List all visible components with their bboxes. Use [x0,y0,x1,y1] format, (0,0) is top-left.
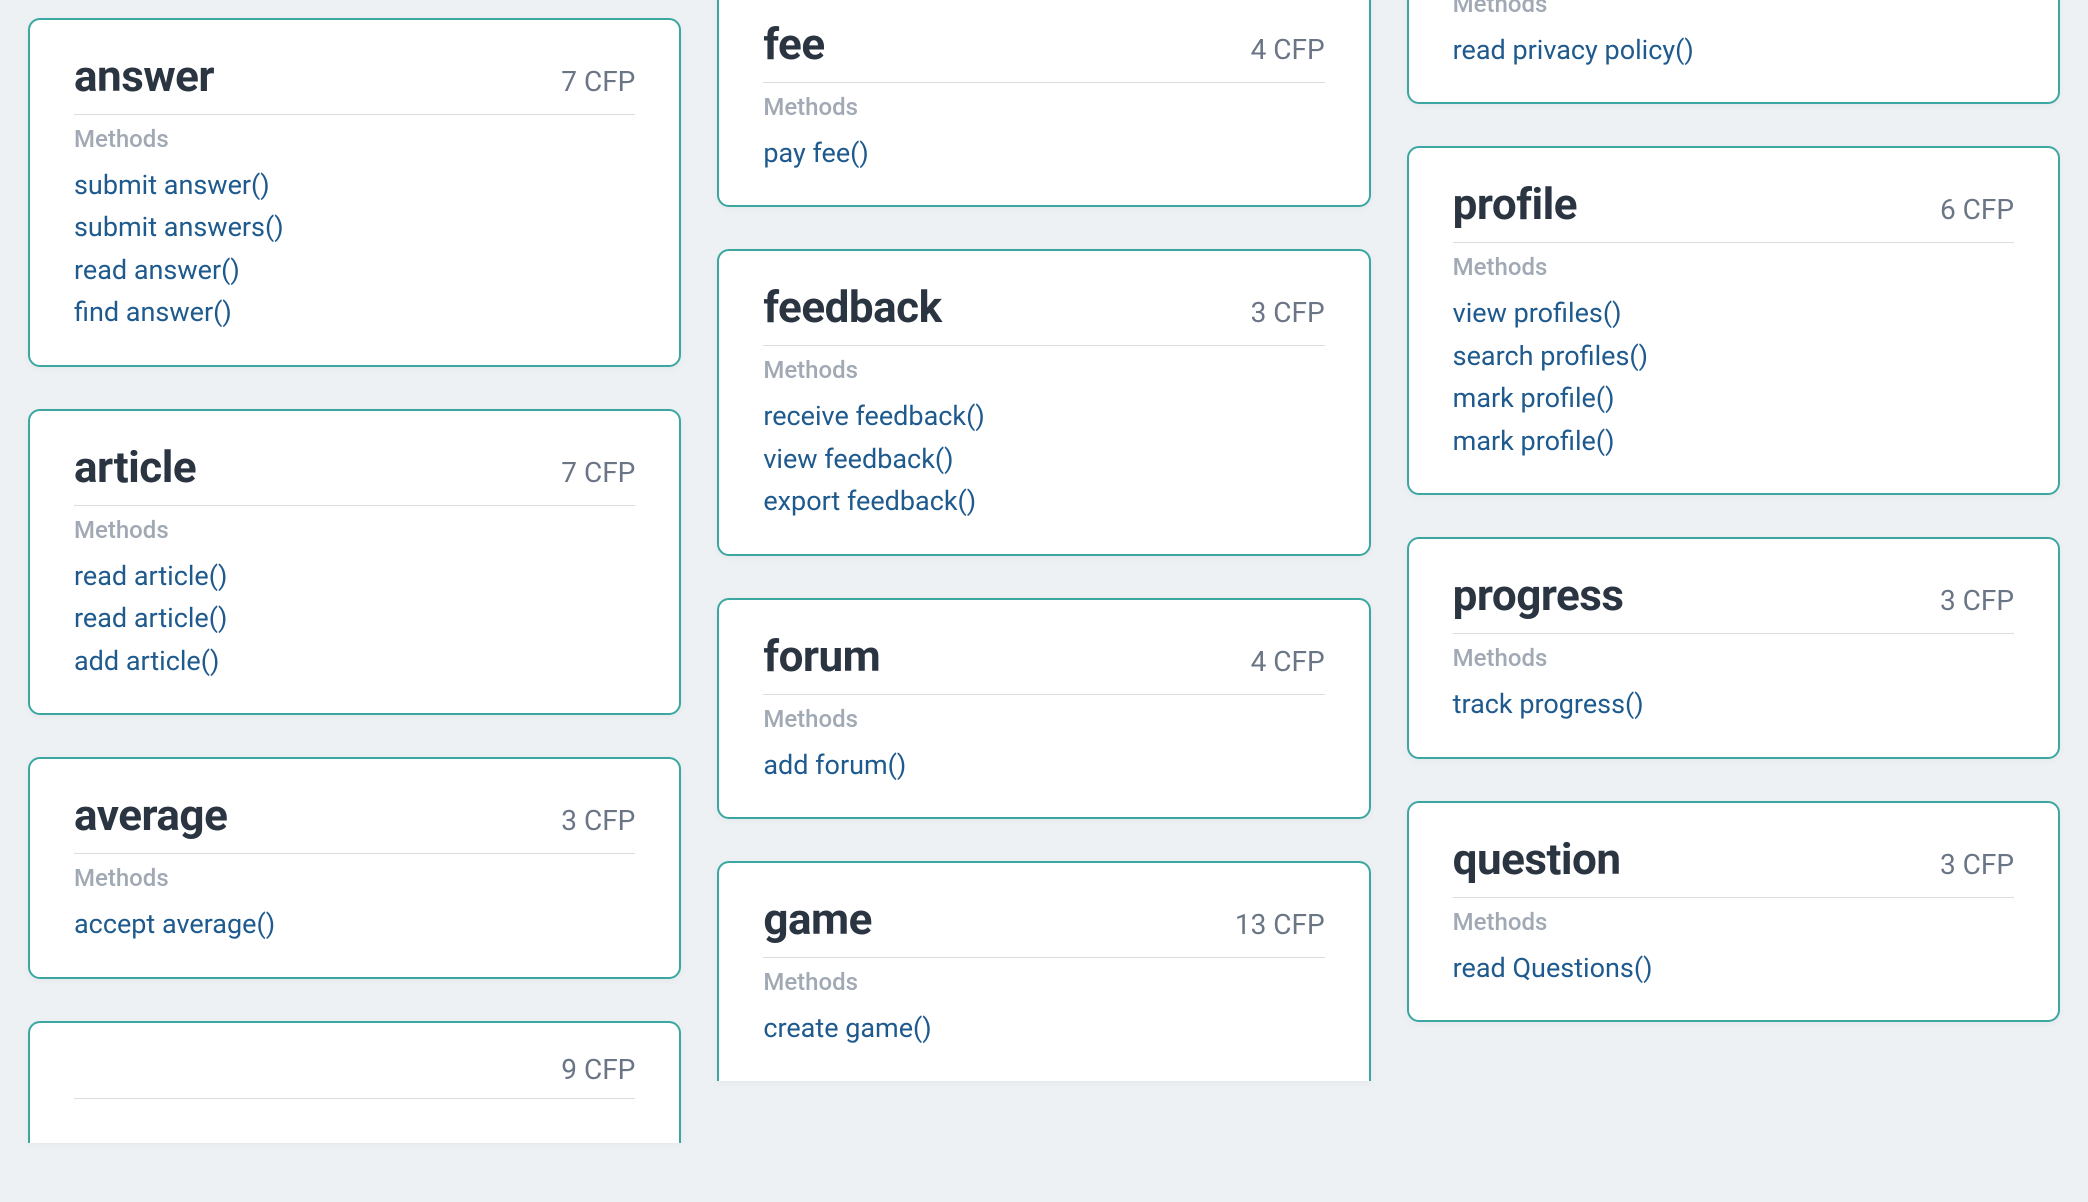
method-list: pay fee() [763,135,1324,171]
method-list: read Questions() [1453,950,2014,986]
method-link[interactable]: add forum() [763,747,1324,783]
method-list: track progress() [1453,686,2014,722]
cfp-badge: 4 CFP [1251,33,1325,66]
card-header: question 3 CFP [1453,833,2014,898]
column-0: answer7 CFPMethodssubmit answer()submit … [28,18,681,1143]
method-link[interactable]: track progress() [1453,686,2014,722]
column-2: Methods read privacy policy() profile 6 CFP… [1407,0,2060,1143]
cfp-badge: 6 CFP [1940,193,2014,226]
card-header: forum 4 CFP [763,630,1324,695]
method-link[interactable]: view profiles() [1453,295,2014,331]
method-link[interactable]: mark profile() [1453,423,2014,459]
cfp-badge: 3 CFP [1940,584,2014,617]
method-link[interactable]: read article() [74,558,635,594]
methods-label: Methods [1453,253,2014,281]
card-title: answer [74,50,214,102]
card-title: forum [763,630,880,682]
methods-label: Methods [1453,0,2014,18]
card-header: fee 4 CFP [763,18,1324,83]
method-link[interactable]: view feedback() [763,441,1324,477]
cfp-badge: 13 CFP [1235,908,1325,941]
entity-card: feedback 3 CFP Methods receive feedback() vi… [717,249,1370,555]
method-link[interactable]: pay fee() [763,135,1324,171]
card-header: article 7 CFP [74,441,635,506]
method-list: submit answer() submit answers() read answ… [74,167,635,331]
card-header: feedback 3 CFP [763,281,1324,346]
method-link[interactable]: read article() [74,600,635,636]
methods-label: Methods [1453,908,2014,936]
methods-label: Methods [74,864,635,892]
method-list: accept average() [74,906,635,942]
card-title: question [1453,833,1621,885]
method-link[interactable]: submit answer() [74,167,635,203]
entity-card: Methods read privacy policy() [1407,0,2060,104]
method-link[interactable]: submit answers() [74,209,635,245]
methods-label: Methods [1453,644,2014,672]
method-link[interactable]: mark profile() [1453,380,2014,416]
entity-card: progress 3 CFP Methods track progress() [1407,537,2060,758]
card-header: 9 CFP [74,1053,635,1099]
method-list: create game() [763,1010,1324,1046]
column-1: fee 4 CFP Methods pay fee() feedback 3 CFP Met… [717,0,1370,1143]
method-list: read article() read article() add article(… [74,558,635,679]
entity-card: forum 4 CFP Methods add forum() [717,598,1370,819]
method-link[interactable]: add article() [74,643,635,679]
entity-card: article7 CFPMethodsread article()read ar… [28,409,681,715]
card-header: answer 7 CFP [74,50,635,115]
method-link[interactable]: read privacy policy() [1453,32,2014,68]
card-header: progress 3 CFP [1453,569,2014,634]
cfp-badge: 3 CFP [1251,296,1325,329]
card-title: profile [1453,178,1577,230]
card-title: game [763,893,872,945]
card-title: article [74,441,196,493]
entity-card: profile 6 CFP Methods view profiles() search… [1407,146,2060,495]
card-title: average [74,789,227,841]
method-link[interactable]: search profiles() [1453,338,2014,374]
method-link[interactable]: accept average() [74,906,635,942]
entity-card: answer7 CFPMethodssubmit answer()submit … [28,18,681,367]
method-list: view profiles() search profiles() mark pro… [1453,295,2014,459]
method-list: add forum() [763,747,1324,783]
entity-card: 9 CFP [28,1021,681,1143]
entity-card: average 3 CFP Methods accept average() [28,757,681,978]
method-link[interactable]: find answer() [74,294,635,330]
card-title: feedback [763,281,941,333]
methods-label: Methods [74,125,635,153]
cfp-badge: 4 CFP [1251,645,1325,678]
cfp-badge: 7 CFP [561,65,635,98]
entity-card: fee 4 CFP Methods pay fee() [717,0,1370,207]
cfp-badge: 9 CFP [561,1053,635,1086]
method-link[interactable]: receive feedback() [763,398,1324,434]
methods-label: Methods [763,93,1324,121]
card-header: profile 6 CFP [1453,178,2014,243]
cfp-badge: 3 CFP [561,804,635,837]
method-link[interactable]: read answer() [74,252,635,288]
methods-label: Methods [74,516,635,544]
methods-label: Methods [763,705,1324,733]
entity-card: game 13 CFP Methods create game() [717,861,1370,1080]
method-list: read privacy policy() [1453,32,2014,68]
method-link[interactable]: export feedback() [763,483,1324,519]
card-title: fee [763,18,824,70]
card-header: game 13 CFP [763,893,1324,958]
cfp-badge: 7 CFP [561,456,635,489]
card-title: progress [1453,569,1624,621]
method-list: receive feedback() view feedback() export … [763,398,1324,519]
methods-label: Methods [763,356,1324,384]
entity-card: question 3 CFP Methods read Questions() [1407,801,2060,1022]
cfp-badge: 3 CFP [1940,848,2014,881]
method-link[interactable]: create game() [763,1010,1324,1046]
method-link[interactable]: read Questions() [1453,950,2014,986]
card-header: average 3 CFP [74,789,635,854]
methods-label: Methods [763,968,1324,996]
